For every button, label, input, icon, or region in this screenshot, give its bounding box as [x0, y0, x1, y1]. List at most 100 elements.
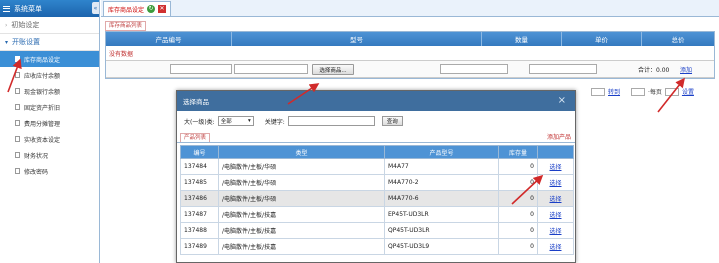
sidebar-item-label: 库存商品设定 — [24, 56, 61, 64]
document-icon — [15, 56, 20, 62]
sidebar-group-initial-settings[interactable]: › 初始设定 — [0, 17, 99, 34]
select-link[interactable]: 选择 — [549, 244, 561, 251]
cell-id: 137485 — [180, 174, 219, 191]
product-code-input[interactable] — [170, 64, 232, 74]
sidebar-item-cash-bank[interactable]: 现金银行余额 — [0, 83, 99, 99]
cell-id: 137486 — [180, 190, 219, 207]
chevron-down-icon: ▾ — [5, 38, 9, 46]
column-header: 类型 — [218, 145, 385, 159]
table-header-row: 编号 类型 产品型号 库存量 — [180, 145, 574, 159]
cell-model: M4A770-6 — [384, 190, 499, 207]
tab-bar: 库存商品设定 ↻ ✕ — [101, 0, 719, 17]
quantity-input[interactable] — [440, 64, 508, 74]
collapse-sidebar-button[interactable]: « — [92, 2, 99, 14]
column-header: 产品编号 — [106, 32, 232, 46]
select-link[interactable]: 选择 — [549, 180, 561, 187]
inventory-grid: 产品编号 型号 数量 单价 总价 没有数据 选择商品... 合计：0.00 添加 — [105, 31, 715, 79]
add-link[interactable]: 添加 — [680, 65, 692, 74]
close-icon[interactable]: × — [558, 95, 566, 106]
category-label: 大(一级)类: — [184, 118, 215, 126]
model-input[interactable] — [234, 64, 308, 74]
per-page-label: ·每页 — [648, 89, 662, 96]
cell-id: 137488 — [180, 222, 219, 239]
document-icon — [15, 88, 20, 94]
sidebar-item-inventory[interactable]: 库存商品设定 — [0, 51, 99, 67]
add-product-link[interactable]: 添加产品 — [547, 133, 571, 142]
sidebar-item-label: 固定资产折旧 — [24, 104, 61, 112]
sidebar-item-label: 修改密码 — [24, 168, 49, 176]
product-table: 编号 类型 产品型号 库存量 137484 /电脑散件/主板/华硕 M4A77 … — [180, 145, 574, 255]
product-list-tabrow: 产品列表 添加产品 — [177, 131, 575, 143]
refresh-icon[interactable]: ↻ — [147, 5, 156, 13]
cell-model: EP45T-UD3LR — [384, 206, 499, 223]
empty-message: 没有数据 — [106, 46, 714, 61]
sidebar-item-label: 实收资本设定 — [24, 136, 61, 144]
document-icon — [15, 152, 20, 158]
cell-model: M4A770-2 — [384, 174, 499, 191]
table-row: 137488 /电脑散件/主板/技嘉 QP45T-UD3LR 0 选择 — [180, 222, 574, 239]
keyword-input[interactable] — [287, 116, 375, 126]
select-product-button[interactable]: 选择商品... — [312, 64, 354, 75]
sidebar-group-opening-settings[interactable]: ▾ 开账设置 — [0, 34, 99, 51]
select-link[interactable]: 选择 — [549, 228, 561, 235]
select-link[interactable]: 选择 — [549, 164, 561, 171]
total-label: 合计：0.00 — [638, 67, 670, 74]
document-icon — [15, 136, 20, 142]
column-header: 单价 — [562, 32, 642, 46]
column-header: 编号 — [180, 145, 219, 159]
dialog-title-bar: 选择商品 × — [177, 91, 575, 111]
column-header: 库存量 — [498, 145, 538, 159]
cell-id: 137489 — [180, 238, 219, 255]
unit-price-input[interactable] — [529, 64, 597, 74]
select-product-dialog: 选择商品 × 大(一级)类: 全部 ▾ 关键字: 查询 产品列表 添加产品 编号… — [176, 90, 576, 263]
column-header: 产品型号 — [384, 145, 499, 159]
tab-product-list[interactable]: 产品列表 — [180, 133, 211, 142]
dropdown-arrow-icon: ▾ — [247, 118, 251, 124]
set-page-size-link[interactable]: 设置 — [682, 87, 694, 96]
sidebar-title: 系统菜单 — [14, 4, 42, 13]
goto-page-link[interactable]: 转到 — [608, 87, 620, 96]
keyword-label: 关键字: — [264, 118, 285, 126]
category-value: 全部 — [220, 119, 232, 125]
sidebar-item-depreciation[interactable]: 固定资产折旧 — [0, 99, 99, 115]
section-title: 库存商品列表 — [105, 21, 147, 31]
cell-model: QP45T-UD3L9 — [384, 238, 499, 255]
cell-id: 137484 — [180, 158, 219, 175]
query-button[interactable]: 查询 — [381, 116, 403, 126]
column-header: 型号 — [232, 32, 482, 46]
sidebar-item-change-password[interactable]: 修改密码 — [0, 163, 99, 179]
category-select[interactable]: 全部 ▾ — [217, 116, 254, 126]
cell-stock: 0 — [498, 238, 538, 255]
menu-icon — [3, 5, 10, 12]
pager: 转到 ·每页 设置 — [591, 87, 694, 96]
table-row: 137486 /电脑散件/主板/华硕 M4A770-6 0 选择 — [180, 190, 574, 207]
tab-inventory-settings[interactable]: 库存商品设定 ↻ ✕ — [103, 1, 172, 16]
page-size-input[interactable] — [631, 87, 646, 96]
input-row: 选择商品... 合计：0.00 添加 — [106, 61, 714, 78]
cell-type: /电脑散件/主板/华硕 — [218, 174, 385, 191]
sidebar-item-expense-allocation[interactable]: 费用分摊管理 — [0, 115, 99, 131]
column-header: 数量 — [482, 32, 562, 46]
sidebar-item-label: 应收应付余额 — [24, 72, 61, 80]
table-row: 137485 /电脑散件/主板/华硕 M4A770-2 0 选择 — [180, 174, 574, 191]
sidebar-item-receivables[interactable]: 应收应付余额 — [0, 67, 99, 83]
sidebar-item-financial-status[interactable]: 财务状况 — [0, 147, 99, 163]
sidebar-item-capital[interactable]: 实收资本设定 — [0, 131, 99, 147]
close-icon[interactable]: ✕ — [158, 5, 167, 13]
document-icon — [15, 168, 20, 174]
per-page-input[interactable] — [664, 87, 679, 96]
select-link[interactable]: 选择 — [549, 196, 561, 203]
table-row: 137484 /电脑散件/主板/华硕 M4A77 0 选择 — [180, 158, 574, 175]
inventory-panel: 库存商品列表 产品编号 型号 数量 单价 总价 没有数据 选择商品... 合计：… — [105, 21, 715, 79]
page-number-input[interactable] — [591, 87, 605, 96]
cell-type: /电脑散件/主板/华硕 — [218, 158, 385, 175]
sidebar-item-label: 现金银行余额 — [24, 88, 61, 96]
select-link[interactable]: 选择 — [549, 212, 561, 219]
cell-type: /电脑散件/主板/技嘉 — [218, 222, 385, 239]
document-icon — [15, 120, 20, 126]
filter-bar: 大(一级)类: 全部 ▾ 关键字: 查询 — [177, 111, 575, 131]
cell-id: 137487 — [180, 206, 219, 223]
sidebar-group-label: 初始设定 — [11, 21, 40, 29]
sidebar-header: 系统菜单 « — [0, 0, 99, 17]
dialog-title: 选择商品 — [183, 98, 209, 106]
